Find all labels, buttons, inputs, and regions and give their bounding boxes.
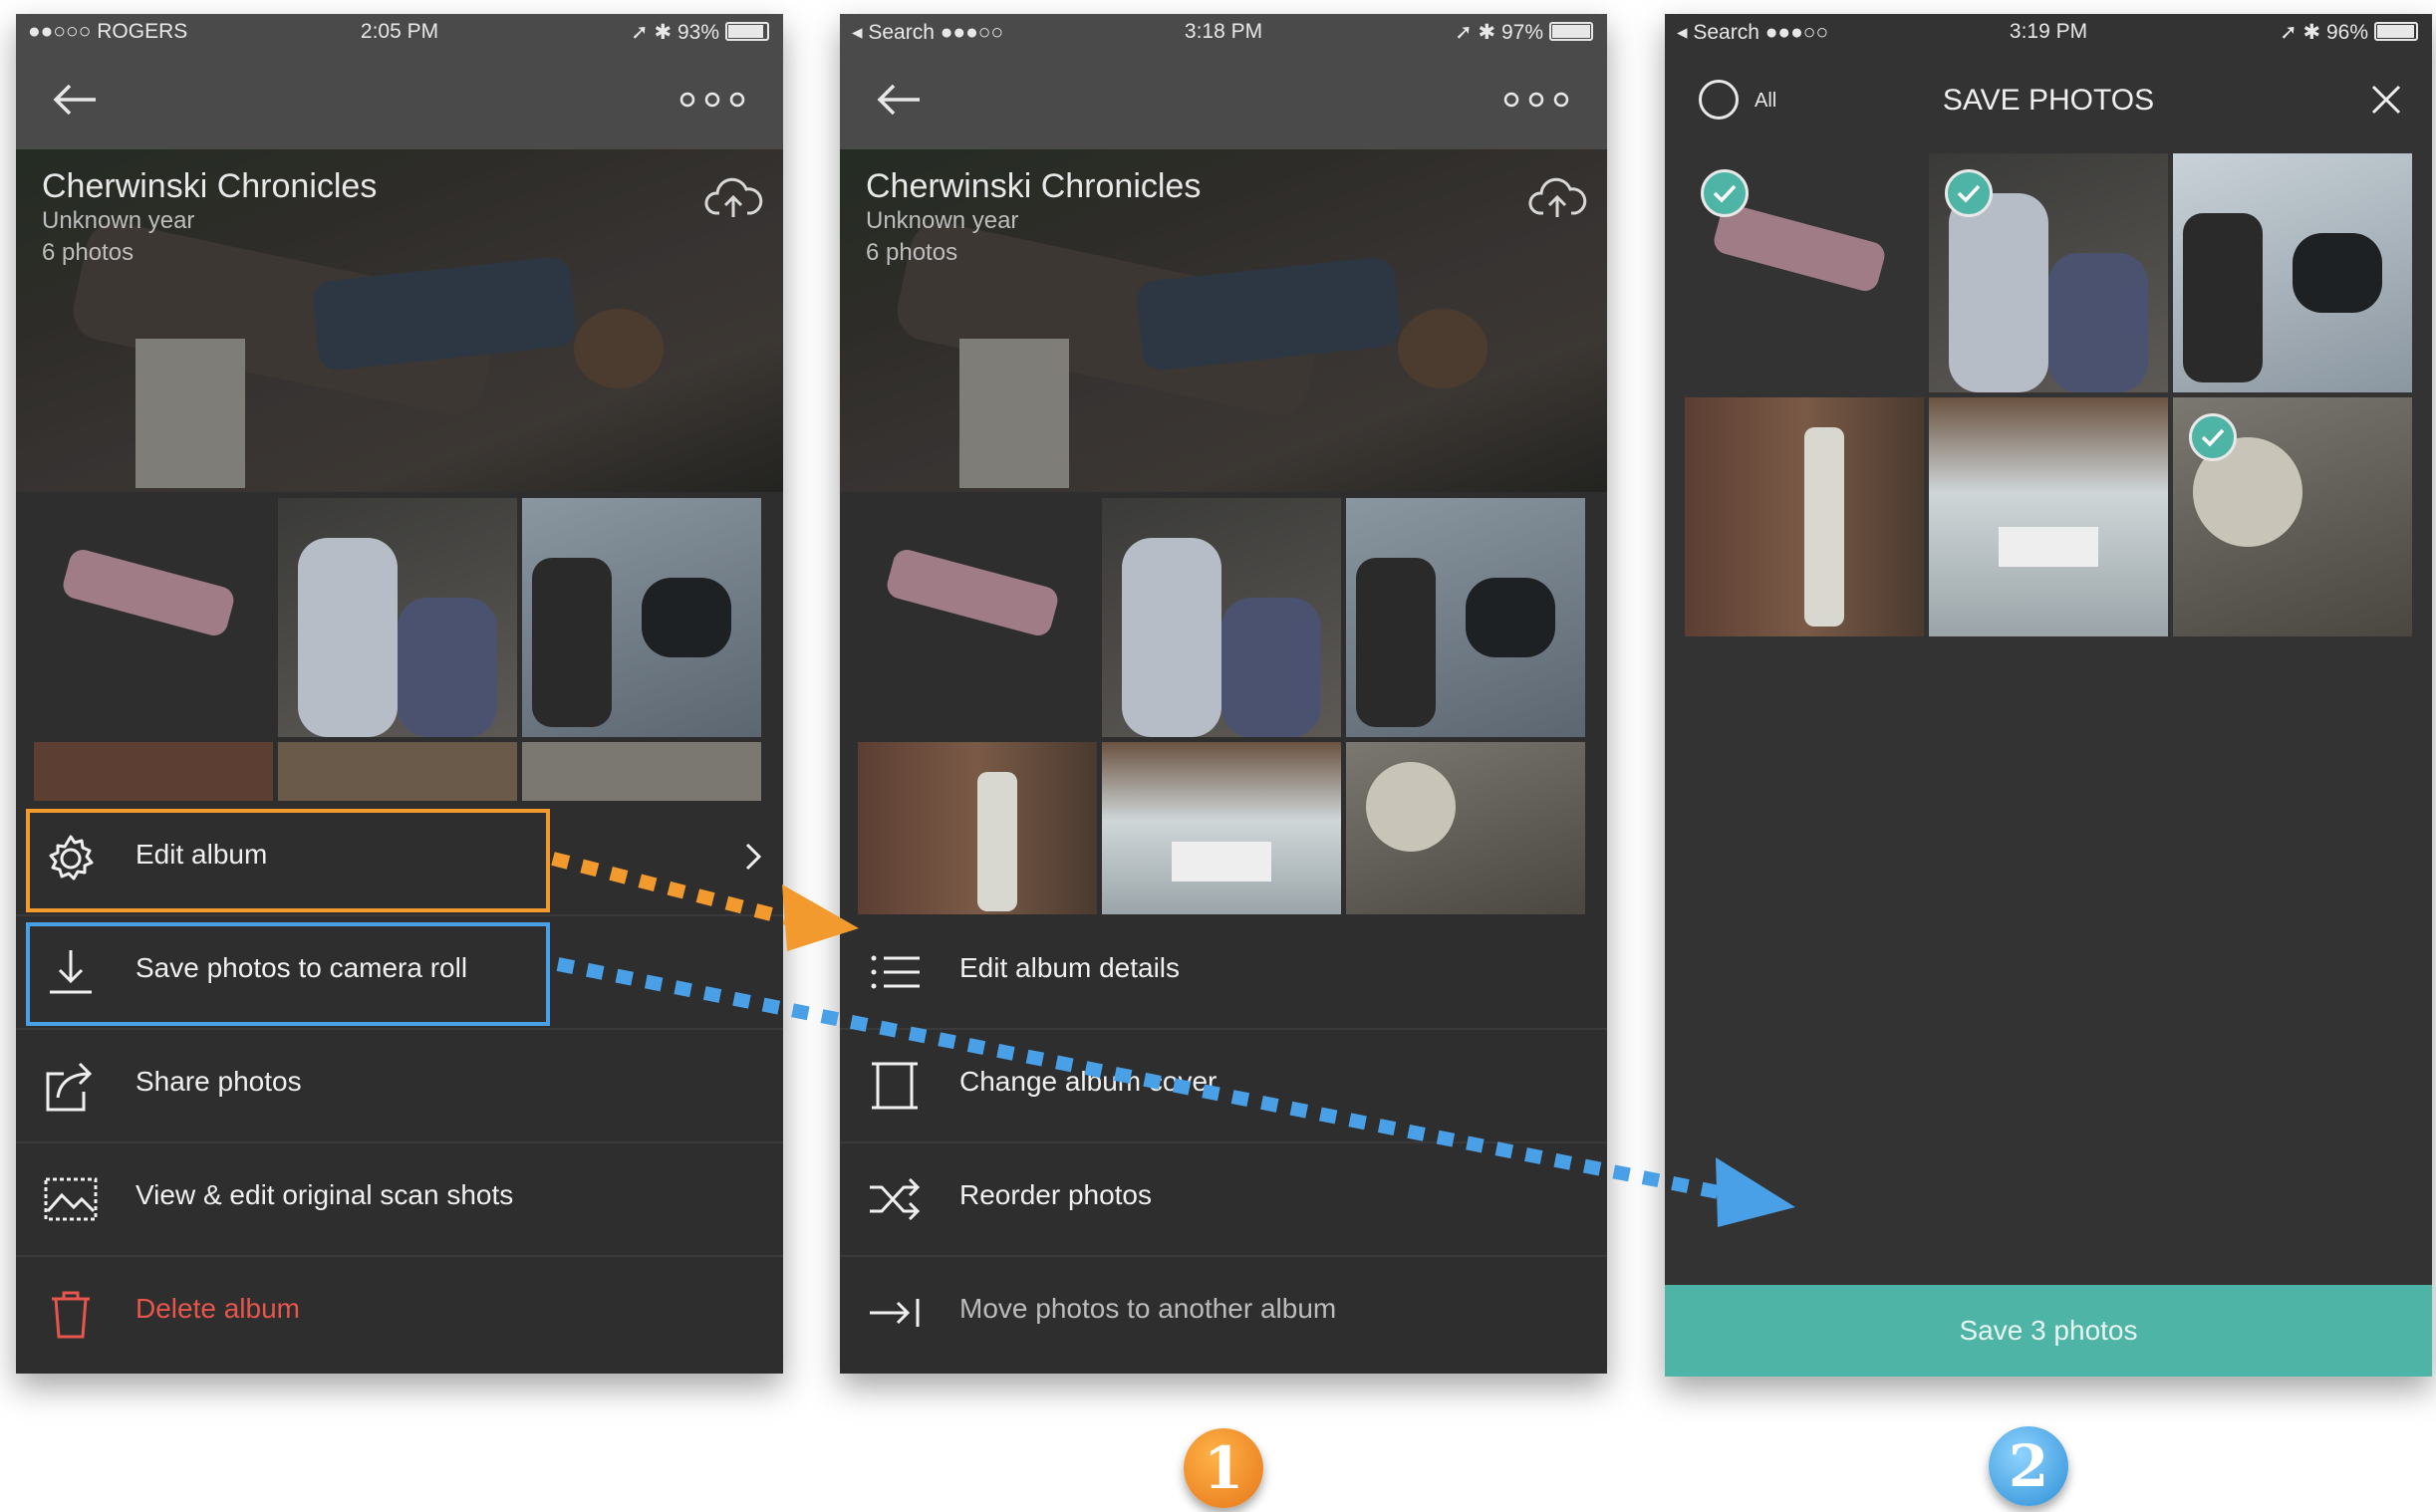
trash-icon: [52, 1291, 90, 1339]
photo-thumb-selected[interactable]: [1929, 153, 2168, 392]
menu-item-move-photos[interactable]: Move photos to another album: [840, 1255, 1607, 1369]
album-year: Unknown year: [42, 207, 195, 234]
photo-thumb-selected[interactable]: [1685, 153, 1924, 392]
album-year: Unknown year: [866, 207, 1019, 234]
menu-item-label: Change album cover: [959, 1066, 1218, 1097]
back-arrow-icon[interactable]: [50, 80, 100, 120]
album-cover: Cherwinski Chronicles Unknown year 6 pho…: [16, 149, 783, 492]
album-title: Cherwinski Chronicles: [866, 167, 1202, 205]
check-icon: [2189, 413, 2237, 461]
menu-item-label: Share photos: [135, 1066, 302, 1097]
step-badge-1: 1: [1184, 1428, 1263, 1508]
status-bar: ◂ Search ●●●○○ 3:19 PM ➚ ✱ 96%: [1665, 14, 2432, 50]
album-photo-count: 6 photos: [42, 239, 135, 266]
photo-thumb[interactable]: [1346, 742, 1585, 916]
menu-item-label: View & edit original scan shots: [135, 1179, 514, 1210]
move-icon: [870, 1299, 920, 1327]
check-icon: [1701, 169, 1749, 217]
back-arrow-icon[interactable]: [874, 80, 924, 120]
menu-item-label: Reorder photos: [959, 1179, 1153, 1210]
shuffle-icon: [870, 1177, 921, 1221]
more-icon[interactable]: [677, 90, 747, 110]
list-icon: [871, 955, 920, 989]
battery-icon: [2374, 22, 2418, 41]
battery-percent: 93%: [677, 21, 719, 44]
nav-bar: [16, 50, 783, 149]
orange-highlight-box: [26, 809, 550, 912]
photo-thumb[interactable]: [522, 742, 761, 802]
photo-thumb[interactable]: [34, 742, 273, 802]
photo-thumb[interactable]: [34, 498, 273, 737]
album-cover: Cherwinski Chronicles Unknown year 6 pho…: [840, 149, 1607, 492]
album-title: Cherwinski Chronicles: [42, 167, 378, 205]
menu-item-label: Edit album details: [959, 952, 1181, 983]
screen-album-menu: ●●○○○ ROGERS 2:05 PM ➚ ✱ 93% Cherwinski …: [16, 14, 783, 1374]
menu-item-label: Save photos to camera roll: [135, 952, 468, 983]
menu-item-label: Delete album: [135, 1293, 300, 1324]
photo-thumb[interactable]: [858, 742, 1097, 916]
cloud-upload-icon[interactable]: [703, 173, 763, 223]
menu-item-delete-album[interactable]: Delete album: [16, 1255, 783, 1369]
screen-save-photos: ◂ Search ●●●○○ 3:19 PM ➚ ✱ 96% All SAVE …: [1665, 14, 2432, 1377]
menu-item-edit-details[interactable]: Edit album details: [840, 914, 1607, 1030]
edit-album-sheet: Edit album details Change album cover Re…: [840, 914, 1607, 1374]
menu-item-change-cover[interactable]: Change album cover: [840, 1028, 1607, 1143]
chevron-right-icon: [745, 843, 762, 871]
photo-thumb[interactable]: [1346, 498, 1585, 737]
step-badge-2: 2: [1989, 1426, 2068, 1506]
menu-item-save-photos[interactable]: Save photos to camera roll: [16, 914, 783, 1030]
nav-bar: [840, 50, 1607, 149]
cloud-upload-icon[interactable]: [1527, 173, 1587, 223]
battery-icon: [725, 22, 769, 41]
battery-icon: [1549, 22, 1593, 41]
photo-thumb[interactable]: [1102, 742, 1341, 916]
frame-icon: [872, 1062, 918, 1110]
photo-thumb[interactable]: [1102, 498, 1341, 737]
menu-item-edit-album[interactable]: Edit album: [16, 801, 783, 916]
status-bar: ●●○○○ ROGERS 2:05 PM ➚ ✱ 93%: [16, 14, 783, 50]
save-header: All SAVE PHOTOS: [1665, 50, 2432, 147]
share-icon: [46, 1062, 93, 1112]
photo-thumb[interactable]: [858, 498, 1097, 737]
page-title: SAVE PHOTOS: [1942, 84, 2155, 117]
status-bar: ◂ Search ●●●○○ 3:18 PM ➚ ✱ 97%: [840, 14, 1607, 50]
battery-status: ➚ ✱ 96%: [2280, 20, 2418, 45]
gear-icon: [49, 835, 94, 881]
photo-thumb[interactable]: [1929, 397, 2168, 636]
menu-item-share-photos[interactable]: Share photos: [16, 1028, 783, 1143]
screen-edit-album-menu: ◂ Search ●●●○○ 3:18 PM ➚ ✱ 97% Cherwinsk…: [840, 14, 1607, 1374]
photo-thumb-selected[interactable]: [2173, 397, 2412, 636]
check-icon: [1945, 169, 1993, 217]
save-photos-button[interactable]: Save 3 photos: [1665, 1285, 2432, 1377]
photo-thumb[interactable]: [1685, 397, 1924, 636]
menu-item-label: Edit album: [135, 839, 268, 870]
battery-percent: 97%: [1500, 21, 1543, 44]
photo-thumb[interactable]: [278, 498, 517, 737]
battery-status: ➚ ✱ 97%: [1455, 20, 1593, 45]
menu-item-view-scans[interactable]: View & edit original scan shots: [16, 1141, 783, 1257]
menu-item-label: Move photos to another album: [959, 1293, 1337, 1324]
album-photo-count: 6 photos: [866, 239, 958, 266]
photo-thumb[interactable]: [522, 498, 761, 737]
download-icon: [50, 950, 92, 994]
more-icon[interactable]: [1501, 90, 1571, 110]
menu-item-reorder[interactable]: Reorder photos: [840, 1141, 1607, 1257]
album-actions-sheet: Edit album Save photos to camera roll Sh…: [16, 801, 783, 1374]
photo-thumb[interactable]: [278, 742, 517, 802]
close-icon[interactable]: [2370, 84, 2402, 116]
photo-thumb[interactable]: [2173, 153, 2412, 392]
battery-status: ➚ ✱ 93%: [631, 20, 769, 45]
image-scan-icon: [44, 1177, 98, 1221]
battery-percent: 96%: [2325, 21, 2368, 44]
